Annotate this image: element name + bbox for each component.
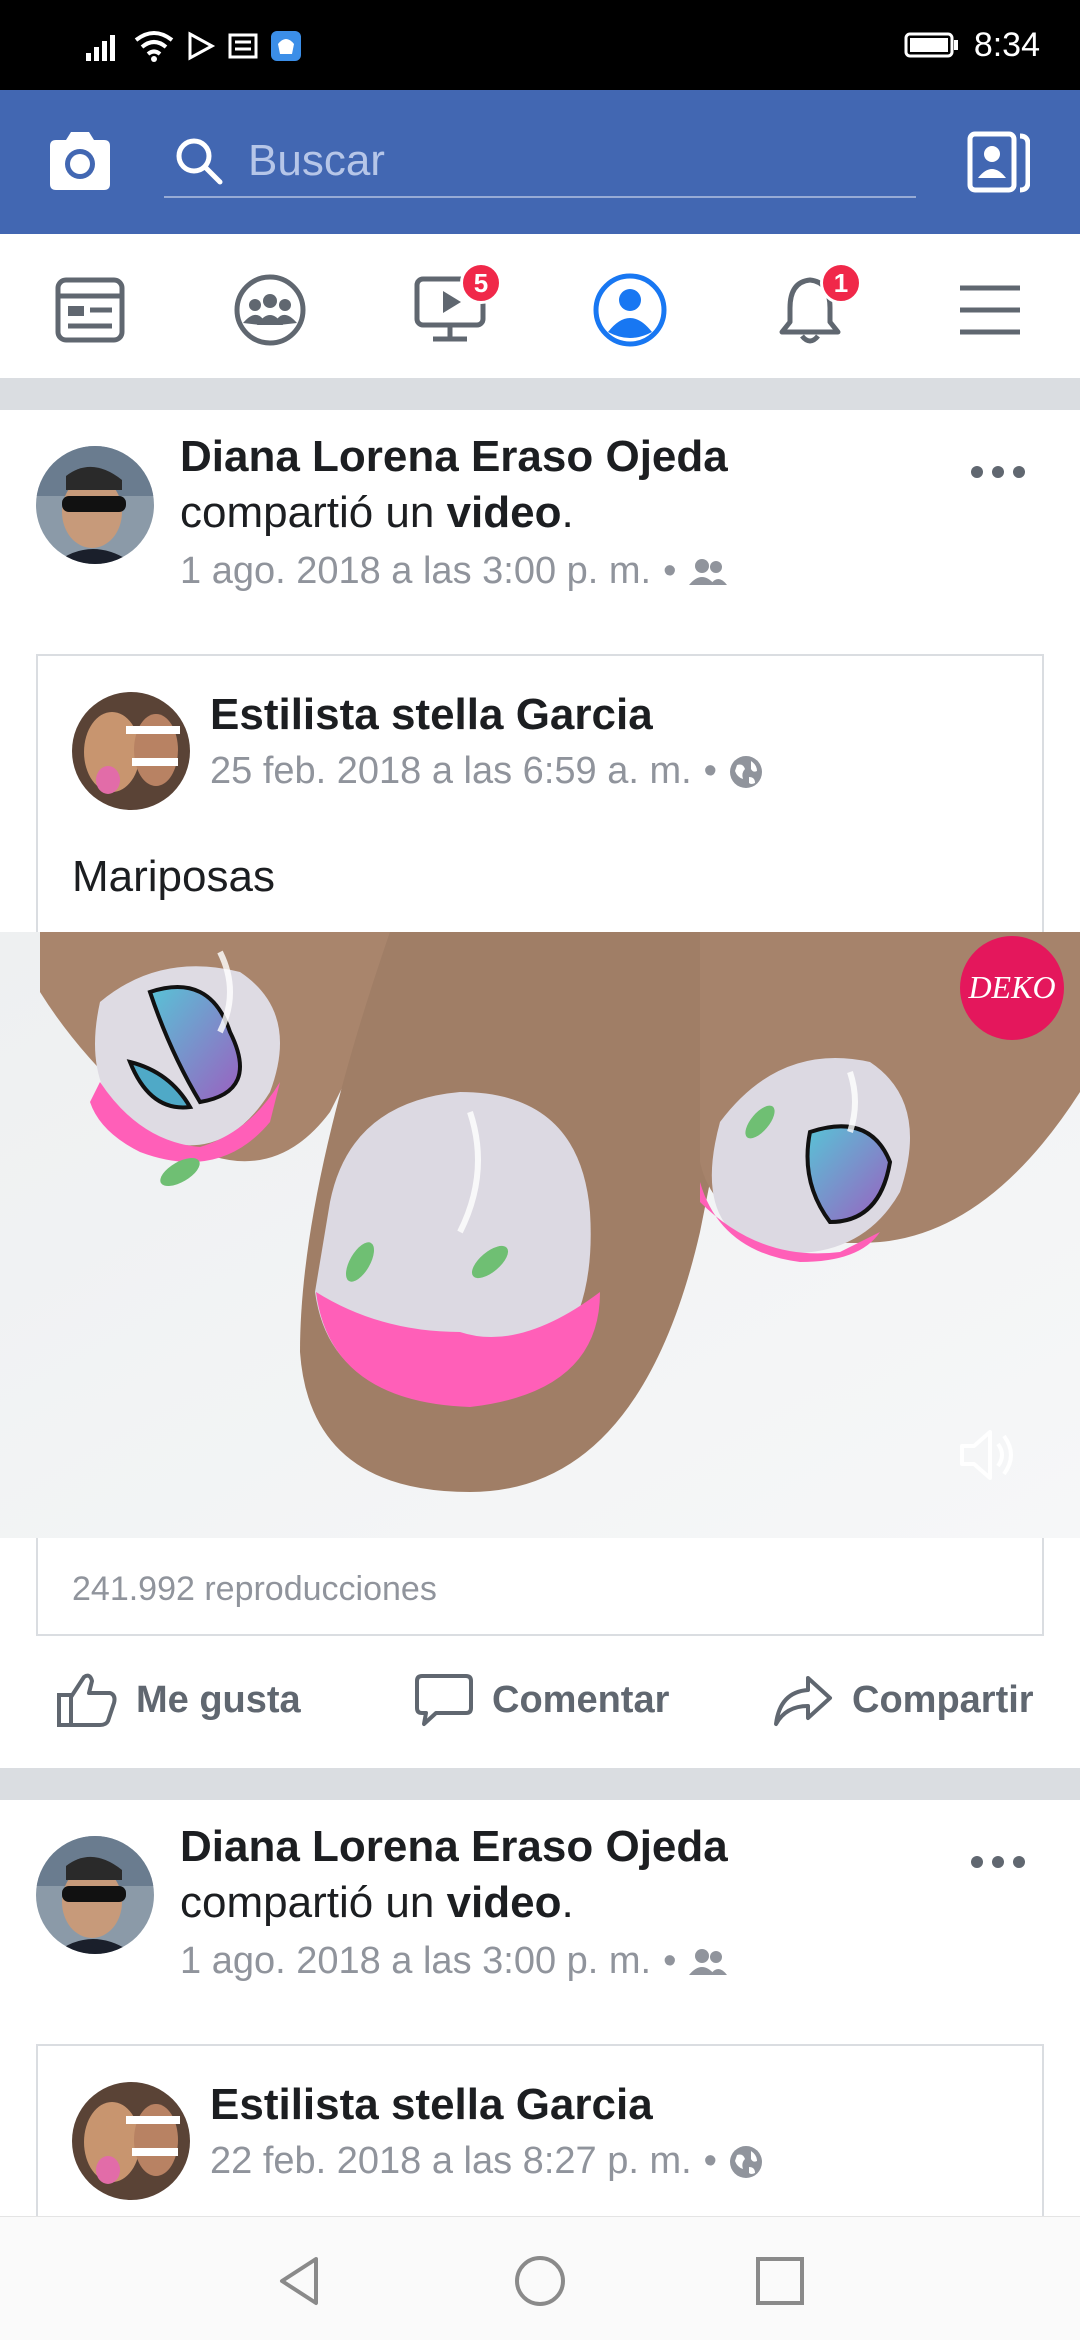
page-avatar[interactable] xyxy=(72,692,190,810)
comment-label: Comentar xyxy=(492,1678,670,1721)
post-author[interactable]: Diana Lorena Eraso Ojeda xyxy=(180,432,728,482)
avatar[interactable] xyxy=(36,1836,154,1954)
avatar-photo xyxy=(36,1836,154,1954)
dot xyxy=(971,1856,983,1868)
tab-bar: 5 1 xyxy=(0,234,1080,380)
search-placeholder: Buscar xyxy=(248,136,385,185)
tab-groups[interactable] xyxy=(230,270,310,350)
post-caption: Mariposas xyxy=(72,852,275,901)
comment-icon xyxy=(415,1674,473,1726)
feed-divider xyxy=(0,380,1080,410)
wifi-icon xyxy=(134,31,174,62)
shared-post-time[interactable]: 25 feb. 2018 a las 6:59 a. m. xyxy=(210,750,692,793)
comment-button[interactable]: Comentar xyxy=(414,1632,669,1768)
meta-separator: • xyxy=(703,2140,717,2182)
page-name[interactable]: Estilista stella Garcia xyxy=(210,2080,653,2130)
page-avatar-photo xyxy=(72,2082,190,2200)
meta-separator: • xyxy=(663,550,677,592)
back-icon[interactable] xyxy=(272,2253,328,2309)
post-time[interactable]: 1 ago. 2018 a las 3:00 p. m. xyxy=(180,1940,651,1983)
post-more-options[interactable] xyxy=(968,1852,1028,1872)
search-icon xyxy=(176,138,223,185)
deko-watermark: DEKO xyxy=(967,969,1055,1005)
shared-prefix: compartió un xyxy=(180,488,447,537)
app-notification-icon xyxy=(271,31,301,61)
contacts-icon[interactable] xyxy=(966,128,1030,196)
shared-object-link[interactable]: video xyxy=(447,488,562,537)
feed-divider xyxy=(0,1768,1080,1800)
post-actions: Me gusta Comentar Compartir xyxy=(0,1632,1080,1768)
shared-suffix: . xyxy=(561,488,574,537)
hamburger-menu-icon xyxy=(960,285,1020,335)
video-player[interactable]: DEKO xyxy=(0,932,1080,1538)
groups-icon xyxy=(234,274,306,346)
notifications-badge: 1 xyxy=(820,262,862,304)
share-arrow-icon xyxy=(774,1676,832,1726)
signal-icon xyxy=(86,35,115,61)
system-navigation-bar xyxy=(0,2216,1080,2340)
tab-watch[interactable]: 5 xyxy=(410,262,502,350)
profile-icon xyxy=(593,273,667,347)
dot xyxy=(1013,466,1025,478)
recents-icon[interactable] xyxy=(752,2253,808,2309)
battery-icon xyxy=(904,32,958,58)
meta-separator: • xyxy=(703,750,717,792)
status-bar: 8:34 xyxy=(0,0,1080,90)
home-icon[interactable] xyxy=(512,2253,568,2309)
share-label: Compartir xyxy=(852,1678,1034,1721)
shared-suffix: . xyxy=(561,1878,574,1927)
shared-post-meta: 25 feb. 2018 a las 6:59 a. m. • xyxy=(210,750,763,793)
mute-volume-icon[interactable] xyxy=(954,1422,1020,1488)
like-button[interactable]: Me gusta xyxy=(56,1632,301,1768)
avatar[interactable] xyxy=(36,446,154,564)
dot xyxy=(992,1856,1004,1868)
status-icons-right: 8:34 xyxy=(904,22,1040,68)
post-meta: 1 ago. 2018 a las 3:00 p. m. • xyxy=(180,550,728,593)
shared-post-time[interactable]: 22 feb. 2018 a las 8:27 p. m. xyxy=(210,2140,692,2183)
watch-badge: 5 xyxy=(460,262,502,304)
share-button[interactable]: Compartir xyxy=(772,1632,1034,1768)
news-feed-icon xyxy=(55,277,125,343)
meta-separator: • xyxy=(663,1940,677,1982)
page-name[interactable]: Estilista stella Garcia xyxy=(210,690,653,740)
tab-menu[interactable] xyxy=(950,270,1030,350)
dot xyxy=(1013,1856,1025,1868)
shared-line: compartió un video. xyxy=(180,488,574,538)
tab-notifications[interactable]: 1 xyxy=(770,262,862,350)
like-label: Me gusta xyxy=(136,1678,301,1721)
feed-post: Diana Lorena Eraso Ojeda compartió un vi… xyxy=(0,410,1080,1768)
globe-icon xyxy=(729,2145,762,2178)
post-author[interactable]: Diana Lorena Eraso Ojeda xyxy=(180,1822,728,1872)
shared-object-link[interactable]: video xyxy=(447,1878,562,1927)
news-icon xyxy=(228,33,258,59)
post-time[interactable]: 1 ago. 2018 a las 3:00 p. m. xyxy=(180,550,651,593)
shared-line: compartió un video. xyxy=(180,1878,574,1928)
thumbs-up-icon xyxy=(57,1673,117,1727)
post-more-options[interactable] xyxy=(968,462,1028,482)
app-header: Buscar xyxy=(0,90,1080,234)
view-count: 241.992 reproducciones xyxy=(72,1570,437,1608)
play-store-icon xyxy=(188,31,216,61)
globe-icon xyxy=(729,755,762,788)
friends-audience-icon xyxy=(689,1948,728,1975)
friends-audience-icon xyxy=(689,558,728,585)
tab-profile[interactable] xyxy=(590,270,670,350)
status-time: 8:34 xyxy=(973,25,1040,64)
camera-icon[interactable] xyxy=(44,128,116,196)
search-bar[interactable]: Buscar xyxy=(164,126,916,198)
shared-post-meta: 22 feb. 2018 a las 8:27 p. m. • xyxy=(210,2140,763,2183)
shared-prefix: compartió un xyxy=(180,1878,447,1927)
shared-post[interactable]: Estilista stella Garcia 22 feb. 2018 a l… xyxy=(36,2044,1044,2244)
avatar-photo xyxy=(36,446,154,564)
page-avatar[interactable] xyxy=(72,2082,190,2200)
page-avatar-photo xyxy=(72,692,190,810)
post-meta: 1 ago. 2018 a las 3:00 p. m. • xyxy=(180,1940,728,1983)
dot xyxy=(992,466,1004,478)
tab-news-feed[interactable] xyxy=(50,270,130,350)
dot xyxy=(971,466,983,478)
status-icons-left xyxy=(86,26,302,66)
feed-post: Diana Lorena Eraso Ojeda compartió un vi… xyxy=(0,1800,1080,2244)
video-thumbnail: DEKO xyxy=(0,932,1080,1538)
